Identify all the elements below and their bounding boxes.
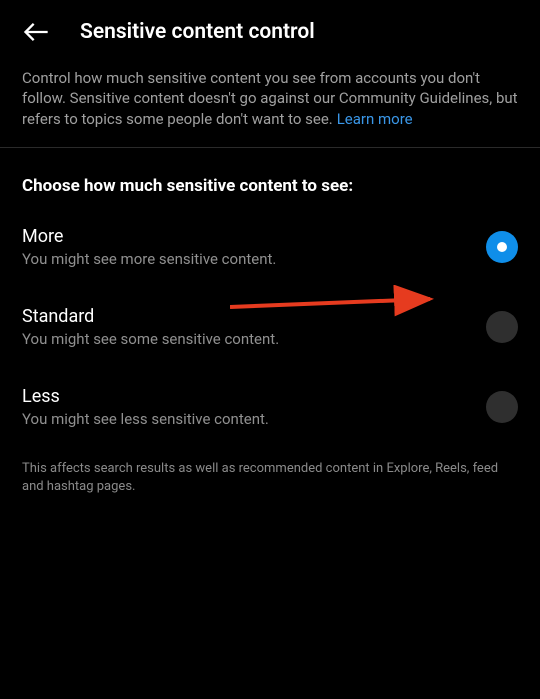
option-text: More You might see more sensitive conten… (22, 226, 466, 268)
footnote-text: This affects search results as well as r… (0, 460, 540, 496)
page-title: Sensitive content control (80, 20, 315, 44)
option-standard[interactable]: Standard You might see some sensitive co… (0, 306, 540, 348)
description-text: Control how much sensitive content you s… (22, 69, 518, 128)
option-desc: You might see some sensitive content. (22, 330, 466, 348)
description-block: Control how much sensitive content you s… (0, 68, 540, 147)
divider (0, 147, 540, 148)
option-text: Less You might see less sensitive conten… (22, 386, 466, 428)
option-desc: You might see more sensitive content. (22, 250, 466, 268)
option-text: Standard You might see some sensitive co… (22, 306, 466, 348)
header-bar: Sensitive content control (0, 0, 540, 68)
option-title: Standard (22, 306, 466, 327)
radio-more[interactable] (486, 231, 518, 263)
section-heading: Choose how much sensitive content to see… (0, 176, 540, 196)
option-title: Less (22, 386, 466, 407)
arrow-left-icon (22, 18, 50, 46)
back-button[interactable] (20, 16, 52, 48)
learn-more-link[interactable]: Learn more (337, 110, 413, 128)
radio-less[interactable] (486, 391, 518, 423)
option-desc: You might see less sensitive content. (22, 410, 466, 428)
option-more[interactable]: More You might see more sensitive conten… (0, 226, 540, 268)
option-title: More (22, 226, 466, 247)
option-less[interactable]: Less You might see less sensitive conten… (0, 386, 540, 428)
radio-standard[interactable] (486, 311, 518, 343)
